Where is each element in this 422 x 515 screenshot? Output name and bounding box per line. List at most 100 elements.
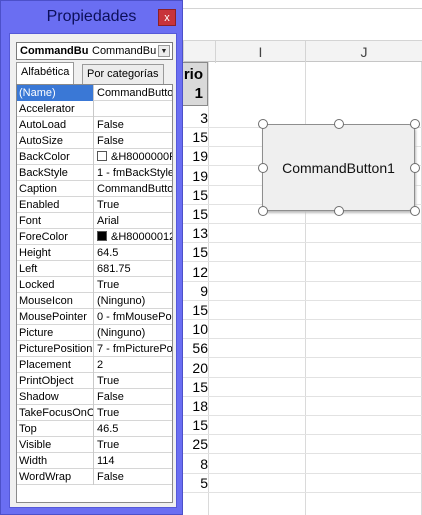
close-button[interactable]: x <box>158 9 176 26</box>
property-name[interactable]: Font <box>17 213 94 229</box>
resize-handle-e[interactable] <box>410 163 420 173</box>
property-name[interactable]: Caption <box>17 181 94 197</box>
property-value[interactable]: 64.5 <box>95 245 172 261</box>
column-header-h[interactable] <box>183 41 215 63</box>
property-row[interactable]: Font Arial <box>17 213 172 229</box>
property-value[interactable]: (Ninguno) <box>95 325 172 341</box>
property-name[interactable]: BackColor <box>17 149 94 165</box>
property-row[interactable]: BackColor&H8000000F& <box>17 149 172 165</box>
property-row[interactable]: PrintObject True <box>17 373 172 389</box>
resize-handle-n[interactable] <box>334 119 344 129</box>
property-value[interactable]: True <box>95 277 172 293</box>
property-name[interactable]: PrintObject <box>17 373 94 389</box>
property-name[interactable]: MouseIcon <box>17 293 94 309</box>
property-row[interactable]: Visible True <box>17 437 172 453</box>
property-value[interactable]: &H80000012& <box>95 229 172 245</box>
property-value[interactable]: 114 <box>95 453 172 469</box>
property-value[interactable]: True <box>95 373 172 389</box>
property-row[interactable]: (Name)CommandButton1 <box>17 85 172 101</box>
property-name[interactable]: MousePointer <box>17 309 94 325</box>
property-value[interactable]: True <box>95 405 172 421</box>
object-selector[interactable]: CommandButton1 CommandButton ▼ <box>16 42 173 60</box>
properties-title[interactable]: Propiedades <box>1 1 182 33</box>
property-value[interactable]: Arial <box>95 213 172 229</box>
resize-handle-sw[interactable] <box>258 206 268 216</box>
column-header-i[interactable]: I <box>215 41 305 63</box>
property-name[interactable]: AutoSize <box>17 133 94 149</box>
property-row[interactable]: MousePointer0 - fmMousePointerDefault <box>17 309 172 325</box>
header-cell-text: rio <box>183 66 203 83</box>
resize-handle-nw[interactable] <box>258 119 268 129</box>
resize-handle-w[interactable] <box>258 163 268 173</box>
property-row[interactable]: Locked True <box>17 277 172 293</box>
property-name[interactable]: PicturePosition <box>17 341 94 357</box>
property-row[interactable]: AutoSize False <box>17 133 172 149</box>
property-value-text: (Ninguno) <box>97 327 146 339</box>
property-value[interactable]: 2 <box>95 357 172 373</box>
property-value[interactable] <box>95 101 172 117</box>
property-value[interactable]: True <box>95 437 172 453</box>
resize-handle-ne[interactable] <box>410 119 420 129</box>
property-name[interactable]: Top <box>17 421 94 437</box>
property-row[interactable]: MouseIcon (Ninguno) <box>17 293 172 309</box>
tab-alfabetica[interactable]: Alfabética <box>16 62 75 84</box>
property-row[interactable]: Picture (Ninguno) <box>17 325 172 341</box>
column-header-j[interactable]: J <box>305 41 422 63</box>
property-name[interactable]: AutoLoad <box>17 117 94 133</box>
property-name[interactable]: Height <box>17 245 94 261</box>
property-value[interactable]: &H8000000F& <box>95 149 172 165</box>
property-row[interactable]: TakeFocusOnClickTrue <box>17 405 172 421</box>
property-row[interactable]: ForeColor&H80000012& <box>17 229 172 245</box>
property-name[interactable]: Left <box>17 261 94 277</box>
property-row[interactable]: WordWrap False <box>17 469 172 485</box>
property-value[interactable]: (Ninguno) <box>95 293 172 309</box>
property-row[interactable]: CaptionCommandButton1 <box>17 181 172 197</box>
property-value[interactable]: True <box>95 197 172 213</box>
property-name[interactable]: ForeColor <box>17 229 94 245</box>
property-name[interactable]: Enabled <box>17 197 94 213</box>
command-button-object[interactable]: CommandButton1 <box>262 124 415 211</box>
property-row[interactable]: AutoLoad False <box>17 117 172 133</box>
property-row[interactable]: Top 46.5 <box>17 421 172 437</box>
resize-handle-s[interactable] <box>334 206 344 216</box>
property-value[interactable]: 0 - fmMousePointerDefault <box>95 309 172 325</box>
property-value[interactable]: 681.75 <box>95 261 172 277</box>
property-row[interactable]: Enabled True <box>17 197 172 213</box>
property-row[interactable]: Width 114 <box>17 453 172 469</box>
tab-por-categorias[interactable]: Por categorías <box>82 64 164 84</box>
property-value[interactable]: False <box>95 117 172 133</box>
property-value[interactable]: False <box>95 133 172 149</box>
property-value[interactable]: 46.5 <box>95 421 172 437</box>
property-row[interactable]: BackStyle1 - fmBackStyleOpaque <box>17 165 172 181</box>
property-name[interactable]: Shadow <box>17 389 94 405</box>
property-value[interactable]: 1 - fmBackStyleOpaque <box>95 165 172 181</box>
property-value-text: CommandButton1 <box>97 183 172 195</box>
property-row[interactable]: Placement 2 <box>17 357 172 373</box>
property-name[interactable]: Visible <box>17 437 94 453</box>
property-value[interactable]: False <box>95 389 172 405</box>
formula-input[interactable] <box>180 8 422 34</box>
property-name[interactable]: Accelerator <box>17 101 94 117</box>
chevron-down-icon[interactable]: ▼ <box>158 45 170 57</box>
property-name[interactable]: WordWrap <box>17 469 94 485</box>
property-row[interactable]: PicturePosition7 - fmPicturePositionAbov… <box>17 341 172 357</box>
property-value-text: 114 <box>97 455 115 467</box>
property-row[interactable]: Shadow False <box>17 389 172 405</box>
resize-handle-se[interactable] <box>410 206 420 216</box>
property-name[interactable]: TakeFocusOnClick <box>17 405 94 421</box>
properties-window[interactable]: Propiedades x CommandButton1 CommandButt… <box>0 0 183 515</box>
property-name[interactable]: Picture <box>17 325 94 341</box>
property-row[interactable]: Accelerator <box>17 101 172 117</box>
property-value[interactable]: 7 - fmPicturePositionAboveCenter <box>95 341 172 357</box>
property-row[interactable]: Height 64.5 <box>17 245 172 261</box>
property-row[interactable]: Left 681.75 <box>17 261 172 277</box>
property-value[interactable]: False <box>95 469 172 485</box>
property-name[interactable]: (Name) <box>17 85 94 101</box>
property-value[interactable]: CommandButton1 <box>95 181 172 197</box>
property-name[interactable]: BackStyle <box>17 165 94 181</box>
property-name[interactable]: Placement <box>17 357 94 373</box>
property-name[interactable]: Locked <box>17 277 94 293</box>
property-value[interactable]: CommandButton1 <box>95 85 172 101</box>
property-name[interactable]: Width <box>17 453 94 469</box>
property-value-text: 46.5 <box>97 423 119 435</box>
